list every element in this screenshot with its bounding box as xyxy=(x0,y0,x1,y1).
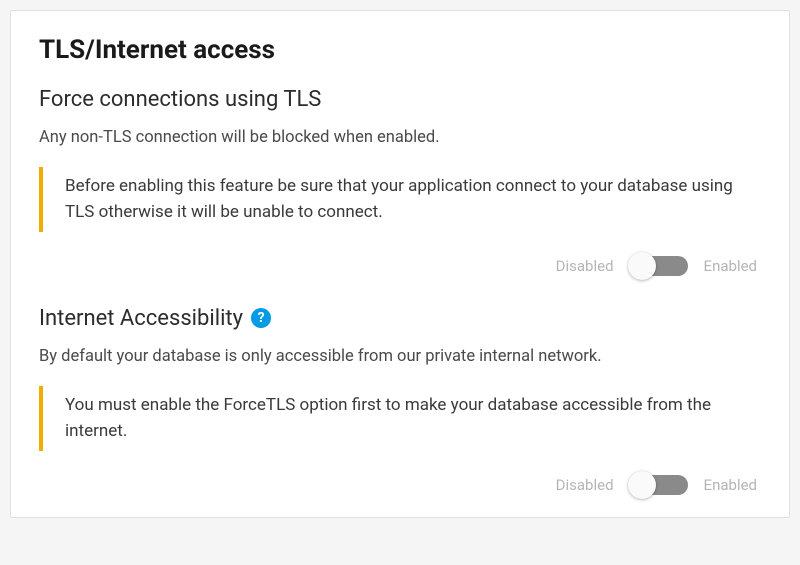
toggle-thumb xyxy=(628,252,656,280)
section-force-tls: Force connections using TLS Any non-TLS … xyxy=(39,87,761,278)
help-icon[interactable]: ? xyxy=(251,308,271,328)
card-title: TLS/Internet access xyxy=(39,35,761,65)
warning-box-tls: Before enabling this feature be sure tha… xyxy=(39,167,761,232)
toggle-label-disabled-internet: Disabled xyxy=(556,476,614,494)
section-title-tls: Force connections using TLS xyxy=(39,87,321,112)
section-internet-accessibility: Internet Accessibility ? By default your… xyxy=(39,306,761,497)
section-description-internet: By default your database is only accessi… xyxy=(39,345,761,368)
section-title-internet: Internet Accessibility xyxy=(39,306,243,331)
tls-internet-access-card: TLS/Internet access Force connections us… xyxy=(10,10,790,518)
warning-box-internet: You must enable the ForceTLS option firs… xyxy=(39,386,761,451)
toggle-label-enabled-tls: Enabled xyxy=(704,257,757,275)
section-heading-internet: Internet Accessibility ? xyxy=(39,306,761,331)
toggle-label-enabled-internet: Enabled xyxy=(704,476,757,494)
section-description-tls: Any non-TLS connection will be blocked w… xyxy=(39,126,761,149)
toggle-thumb xyxy=(628,471,656,499)
toggle-row-tls: Disabled Enabled xyxy=(39,254,761,278)
section-heading-tls: Force connections using TLS xyxy=(39,87,761,112)
toggle-label-disabled-tls: Disabled xyxy=(556,257,614,275)
toggle-force-tls[interactable] xyxy=(630,254,688,278)
toggle-internet-accessibility[interactable] xyxy=(630,473,688,497)
warning-text-internet: You must enable the ForceTLS option firs… xyxy=(65,392,757,445)
warning-text-tls: Before enabling this feature be sure tha… xyxy=(65,173,757,226)
toggle-row-internet: Disabled Enabled xyxy=(39,473,761,497)
